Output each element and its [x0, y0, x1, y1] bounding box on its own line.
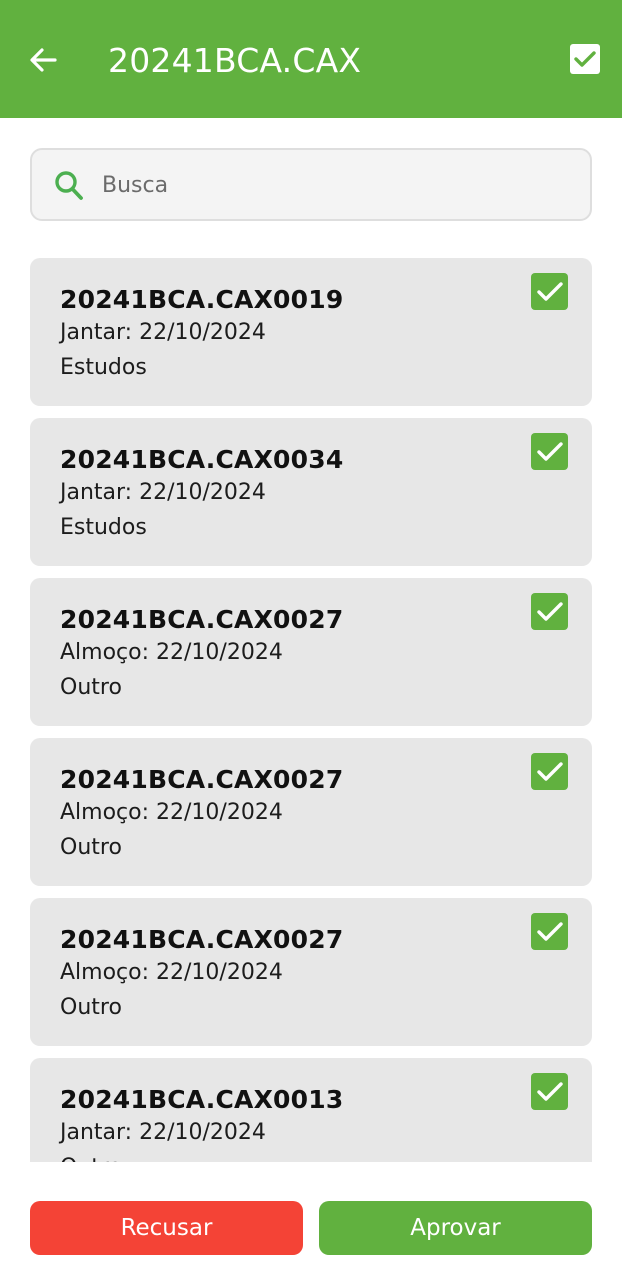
item-reason: Outro	[60, 675, 122, 700]
check-icon	[536, 441, 563, 461]
item-reason: Estudos	[60, 355, 147, 380]
check-icon	[536, 761, 563, 781]
item-meal: Jantar: 22/10/2024	[60, 320, 266, 345]
list-item[interactable]: 20241BCA.CAX0034 Jantar: 22/10/2024 Estu…	[30, 418, 592, 566]
item-meal: Almoço: 22/10/2024	[60, 800, 283, 825]
item-reason: Estudos	[60, 515, 147, 540]
arrow-left-icon	[30, 48, 57, 72]
list-item[interactable]: 20241BCA.CAX0013 Jantar: 22/10/2024 Outr…	[30, 1058, 592, 1162]
select-all-checkbox[interactable]	[570, 44, 600, 74]
item-meal: Jantar: 22/10/2024	[60, 480, 266, 505]
item-meal: Jantar: 22/10/2024	[60, 1120, 266, 1145]
item-reason: Outro	[60, 995, 122, 1020]
check-icon	[536, 281, 563, 301]
item-code: 20241BCA.CAX0034	[60, 445, 344, 474]
check-icon	[536, 921, 563, 941]
item-checkbox[interactable]	[531, 433, 568, 470]
item-code: 20241BCA.CAX0027	[60, 605, 344, 634]
search-input[interactable]	[102, 164, 572, 206]
back-button[interactable]	[26, 40, 60, 80]
item-code: 20241BCA.CAX0013	[60, 1085, 344, 1114]
item-checkbox[interactable]	[531, 1073, 568, 1110]
item-meal: Almoço: 22/10/2024	[60, 640, 283, 665]
item-code: 20241BCA.CAX0027	[60, 925, 344, 954]
request-list[interactable]: 20241BCA.CAX0019 Jantar: 22/10/2024 Estu…	[0, 240, 622, 1162]
search-box	[30, 148, 592, 221]
approve-button[interactable]: Aprovar	[319, 1201, 592, 1255]
reject-button[interactable]: Recusar	[30, 1201, 303, 1255]
check-icon	[536, 601, 563, 621]
item-code: 20241BCA.CAX0027	[60, 765, 344, 794]
list-item[interactable]: 20241BCA.CAX0027 Almoço: 22/10/2024 Outr…	[30, 738, 592, 886]
item-checkbox[interactable]	[531, 753, 568, 790]
search-icon	[55, 171, 83, 200]
item-meal: Almoço: 22/10/2024	[60, 960, 283, 985]
app-bar: 20241BCA.CAX	[0, 0, 622, 118]
item-checkbox[interactable]	[531, 913, 568, 950]
checkbox-checked-icon	[574, 51, 596, 67]
page-title: 20241BCA.CAX	[108, 41, 362, 80]
list-item[interactable]: 20241BCA.CAX0027 Almoço: 22/10/2024 Outr…	[30, 898, 592, 1046]
list-item[interactable]: 20241BCA.CAX0019 Jantar: 22/10/2024 Estu…	[30, 258, 592, 406]
item-checkbox[interactable]	[531, 593, 568, 630]
check-icon	[536, 1081, 563, 1101]
item-reason: Outro	[60, 835, 122, 860]
item-checkbox[interactable]	[531, 273, 568, 310]
list-item[interactable]: 20241BCA.CAX0027 Almoço: 22/10/2024 Outr…	[30, 578, 592, 726]
item-code: 20241BCA.CAX0019	[60, 285, 344, 314]
item-reason: Outro	[60, 1153, 122, 1162]
